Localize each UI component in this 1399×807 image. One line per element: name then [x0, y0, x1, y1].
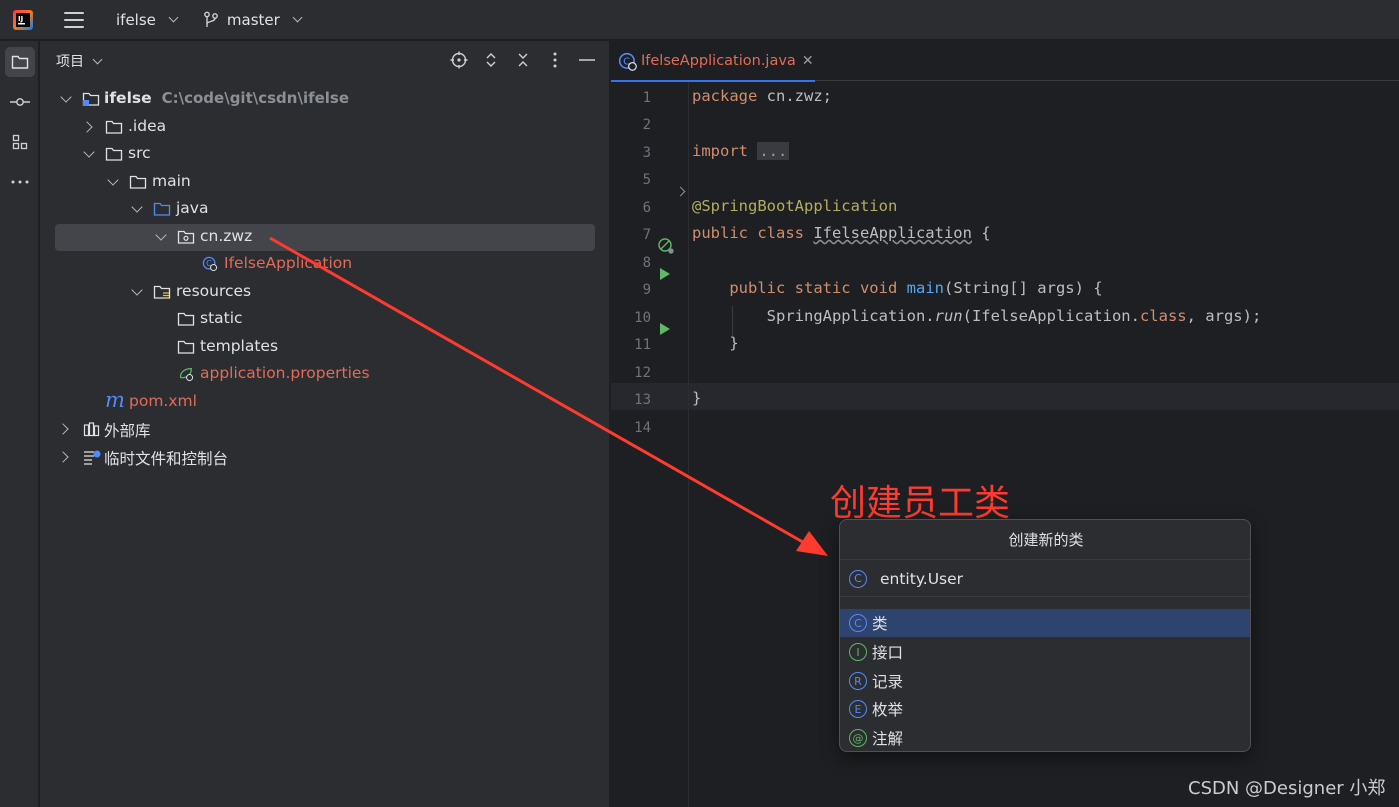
dialog-title: 创建新的类	[840, 520, 1250, 560]
option-enum[interactable]: E 枚举	[840, 695, 1250, 723]
class-name-input[interactable]: C entity.User	[840, 561, 1250, 597]
class-name-value: entity.User	[880, 569, 964, 588]
option-label: 记录	[872, 673, 904, 691]
option-label: 类	[872, 615, 888, 633]
option-label: 接口	[872, 644, 904, 662]
option-record[interactable]: R 记录	[840, 667, 1250, 695]
option-class[interactable]: C 类	[840, 609, 1250, 637]
record-icon: R	[849, 672, 867, 690]
new-class-dialog: 创建新的类 C entity.User C 类 I 接口 R 记录 E 枚举 @…	[839, 519, 1251, 752]
option-label: 枚举	[872, 701, 904, 719]
option-label: 注解	[872, 730, 904, 748]
option-annotation[interactable]: @ 注解	[840, 724, 1250, 751]
interface-icon: I	[849, 643, 867, 661]
class-icon: C	[849, 569, 867, 588]
watermark: CSDN @Designer 小郑	[1188, 778, 1386, 799]
enum-icon: E	[849, 700, 867, 718]
annotation-icon: @	[849, 729, 867, 747]
option-interface[interactable]: I 接口	[840, 638, 1250, 666]
class-icon: C	[849, 614, 867, 632]
